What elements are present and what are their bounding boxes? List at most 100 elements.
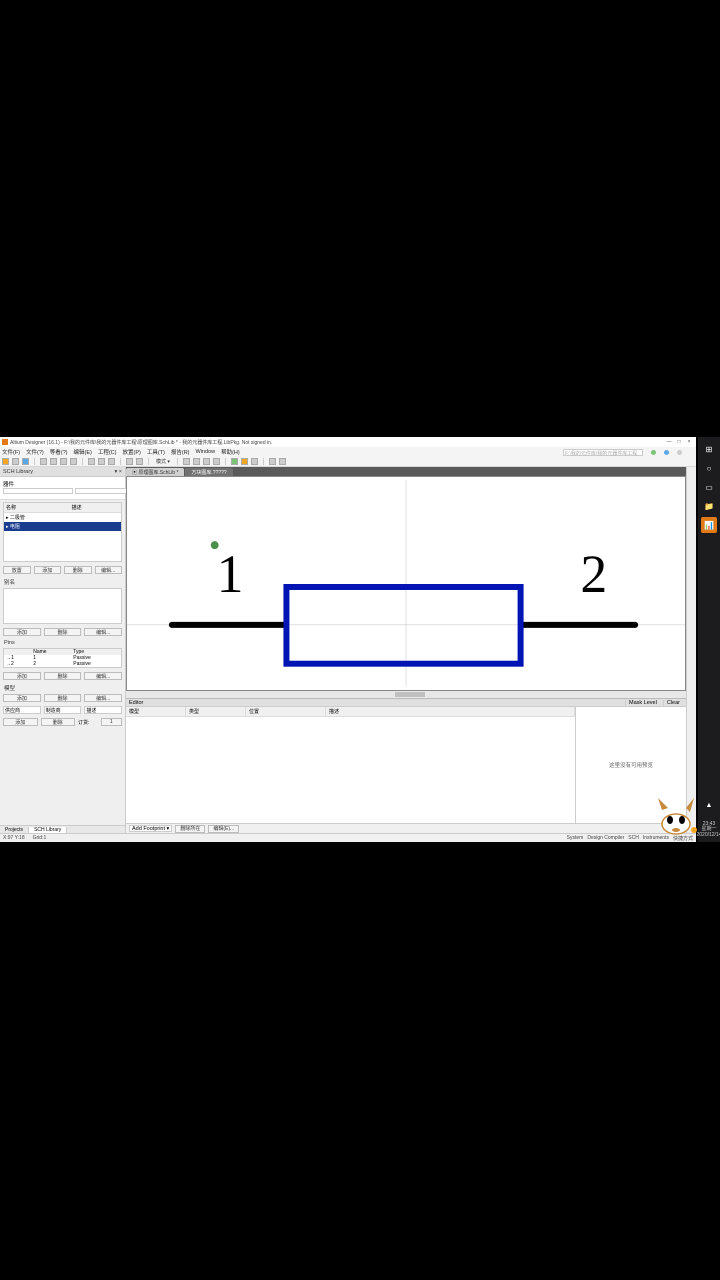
- nav-first-icon[interactable]: [183, 458, 190, 465]
- col-type[interactable]: 类型: [186, 707, 246, 716]
- tab-sch-library[interactable]: SCH Library: [29, 827, 67, 833]
- status-design-compiler[interactable]: Design Compiler: [587, 835, 624, 842]
- menu-item[interactable]: 文件(?): [26, 448, 44, 456]
- model-grid[interactable]: 模型 类型 位置 描述: [126, 707, 576, 823]
- zoom-out-icon[interactable]: [50, 458, 57, 465]
- edit-button[interactable]: 编辑...: [84, 672, 122, 680]
- save-icon[interactable]: [22, 458, 29, 465]
- alias-list[interactable]: [3, 588, 122, 624]
- nav-last-icon[interactable]: [213, 458, 220, 465]
- horizontal-scrollbar[interactable]: [126, 691, 686, 698]
- maximize-button[interactable]: □: [674, 438, 684, 446]
- right-dock[interactable]: [686, 467, 696, 833]
- status-system[interactable]: System: [567, 835, 584, 842]
- menu-report[interactable]: 报告(R): [171, 448, 190, 456]
- tab-schlib[interactable]: ▣ 原理图库.SchLib *: [126, 468, 184, 476]
- menu-help[interactable]: 帮助(H): [221, 448, 240, 456]
- tab-blocklib[interactable]: 方块图库.?????: [185, 468, 232, 476]
- model-buttons: 添加 删除 编辑...: [0, 692, 125, 704]
- delete-button[interactable]: 删除: [44, 694, 82, 702]
- tool-icon[interactable]: [60, 458, 67, 465]
- add-button[interactable]: 添加: [3, 694, 41, 702]
- pin-num: →2: [4, 661, 31, 667]
- zoom-icon[interactable]: [40, 458, 47, 465]
- delete-button[interactable]: 删除: [44, 628, 82, 636]
- edit-button[interactable]: 编辑(E)...: [208, 825, 239, 833]
- clock[interactable]: 23:43 星期一 2020/12/14: [696, 822, 720, 843]
- tab-projects[interactable]: Projects: [0, 827, 29, 833]
- place-button[interactable]: 放置: [3, 566, 31, 574]
- nav-prev-icon[interactable]: [193, 458, 200, 465]
- component-name: ▸ 二极管: [4, 513, 70, 522]
- refresh-icon[interactable]: [664, 450, 669, 455]
- redo-icon[interactable]: [136, 458, 143, 465]
- add-button[interactable]: 添加: [3, 672, 41, 680]
- col-location[interactable]: 位置: [246, 707, 326, 716]
- start-button[interactable]: ⊞: [701, 441, 717, 457]
- menu-window[interactable]: Window: [196, 449, 216, 455]
- pin-icon[interactable]: ▾ ×: [114, 469, 122, 475]
- delete-button[interactable]: 删除: [41, 718, 76, 726]
- component-desc: [70, 522, 121, 531]
- component-row[interactable]: ▸ 二极管: [4, 513, 121, 522]
- rect-icon[interactable]: [269, 458, 276, 465]
- scrollbar-thumb[interactable]: [395, 692, 425, 697]
- close-button[interactable]: ×: [684, 438, 694, 446]
- delete-button[interactable]: 删除: [64, 566, 92, 574]
- pins-label: Pins: [0, 638, 125, 646]
- wire-icon[interactable]: [251, 458, 258, 465]
- supplier-label: 供应商: [3, 706, 41, 714]
- cortana-icon[interactable]: ○: [701, 460, 717, 476]
- place-icon[interactable]: [231, 458, 238, 465]
- menu-edit[interactable]: 编辑(E): [74, 448, 92, 456]
- undo-icon[interactable]: [126, 458, 133, 465]
- edit-button[interactable]: 编辑...: [84, 694, 122, 702]
- add-button[interactable]: 添加: [3, 628, 41, 636]
- clear-button[interactable]: Clear: [663, 700, 683, 706]
- menu-file[interactable]: 文件(F): [2, 448, 20, 456]
- mask-level-button[interactable]: Mask Level: [625, 700, 660, 706]
- pin-row[interactable]: →2 2 Passive: [4, 661, 121, 667]
- copy-icon[interactable]: [98, 458, 105, 465]
- open-icon[interactable]: [12, 458, 19, 465]
- paste-icon[interactable]: [108, 458, 115, 465]
- component-list[interactable]: 名称 描述 ▸ 二极管 ▸ 电阻: [3, 502, 122, 562]
- add-footprint-dropdown[interactable]: Add Footprint ▾: [129, 825, 172, 832]
- pins-table[interactable]: Name Type →1 1 Passive →2 2 Passive: [3, 648, 122, 668]
- explorer-icon[interactable]: 📁: [701, 498, 717, 514]
- browser-icon[interactable]: [279, 458, 286, 465]
- col-header-desc[interactable]: 描述: [70, 503, 121, 512]
- cloud-icon[interactable]: [677, 450, 682, 455]
- filter-input[interactable]: [3, 488, 73, 494]
- menu-place[interactable]: 放置(P): [122, 448, 140, 456]
- tray-icon[interactable]: ▲: [701, 796, 717, 814]
- add-button[interactable]: 添加: [34, 566, 62, 574]
- add-button[interactable]: 添加: [3, 718, 38, 726]
- editor-panel-title: Editor Mask Level Clear: [126, 699, 686, 707]
- menu-item[interactable]: 等看(?): [50, 448, 68, 456]
- pin1-label: 1: [217, 544, 244, 604]
- taskview-icon[interactable]: ▭: [701, 479, 717, 495]
- edit-button[interactable]: 编辑...: [95, 566, 123, 574]
- new-icon[interactable]: [2, 458, 9, 465]
- component-row-selected[interactable]: ▸ 电阻: [4, 522, 121, 531]
- status-sch[interactable]: SCH: [628, 835, 639, 842]
- delete-button[interactable]: 删除: [44, 672, 82, 680]
- mode-dropdown[interactable]: 模式 ▾: [156, 458, 170, 465]
- pin-icon[interactable]: [241, 458, 248, 465]
- schematic-canvas[interactable]: 1 2: [126, 476, 686, 691]
- tool-icon[interactable]: [70, 458, 77, 465]
- nav-next-icon[interactable]: [203, 458, 210, 465]
- col-model[interactable]: 模型: [126, 707, 186, 716]
- col-header-name[interactable]: 名称: [4, 503, 70, 512]
- delete-button[interactable]: 删除所在: [175, 825, 205, 833]
- col-desc[interactable]: 描述: [326, 707, 575, 716]
- minimize-button[interactable]: —: [664, 438, 674, 446]
- taskbar-app-icon[interactable]: 📊: [701, 517, 717, 533]
- edit-button[interactable]: 编辑...: [84, 628, 122, 636]
- menu-tools[interactable]: 工具(T): [147, 448, 165, 456]
- path-search-input[interactable]: F:\我的元件库\我的元器件库工程\...: [563, 449, 643, 456]
- cut-icon[interactable]: [88, 458, 95, 465]
- qty-stepper[interactable]: 1: [101, 718, 123, 726]
- menu-project[interactable]: 工程(C): [98, 448, 117, 456]
